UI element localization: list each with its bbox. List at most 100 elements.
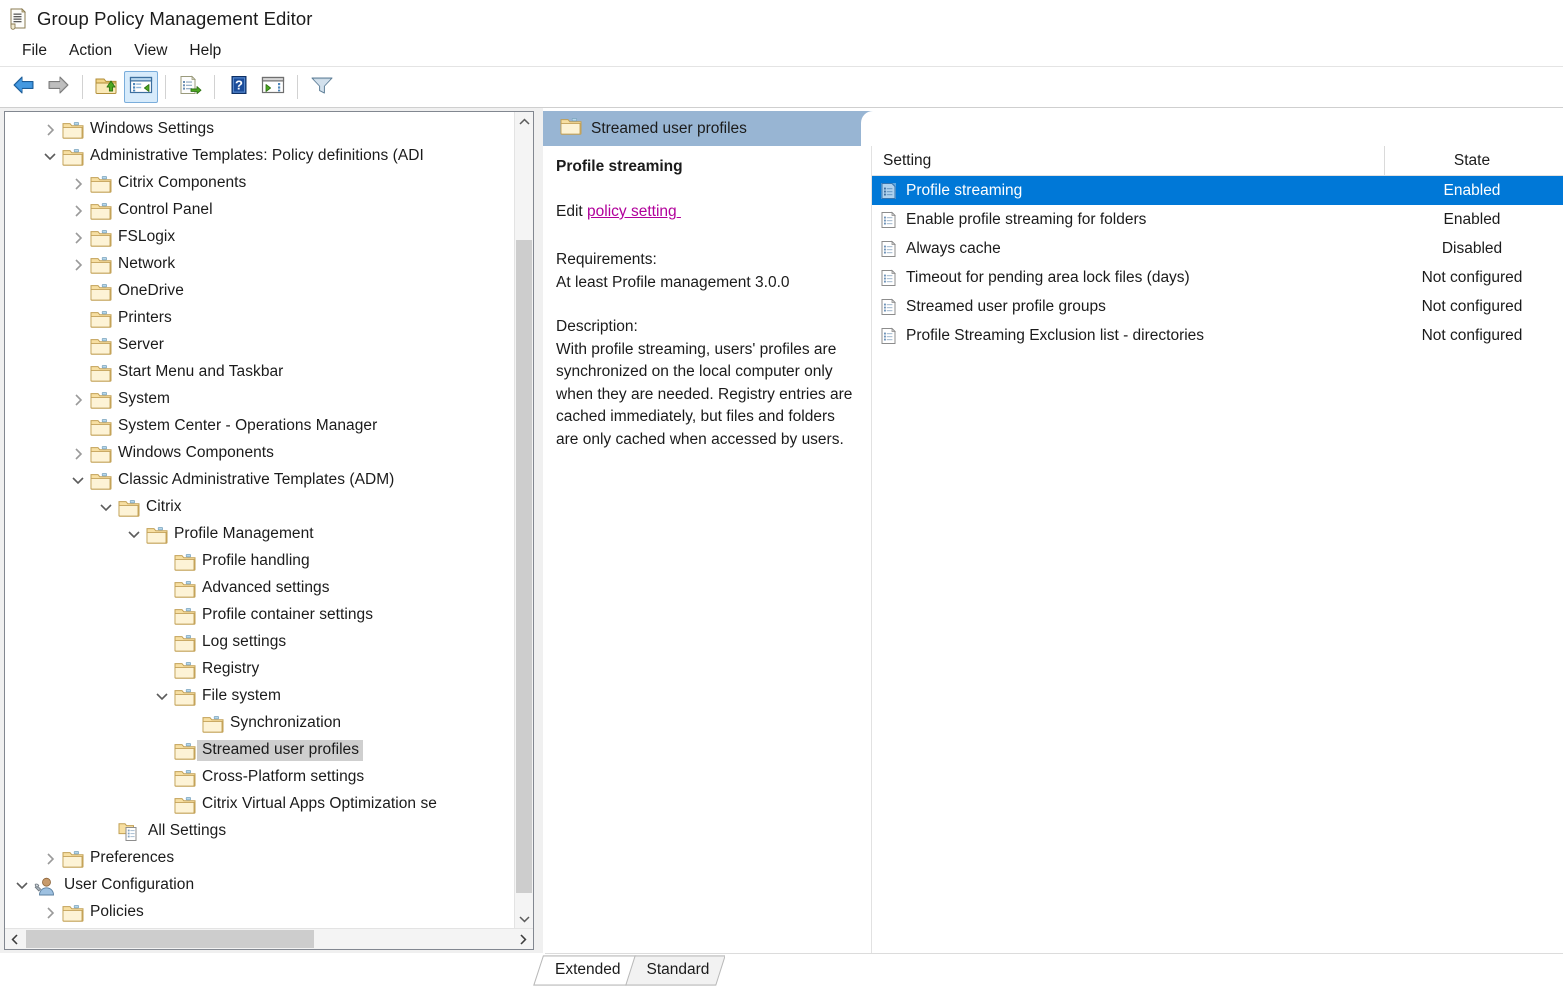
tree-node-label: Preferences (85, 848, 178, 869)
twisty-collapsed[interactable] (69, 175, 87, 193)
twisty-expanded[interactable] (97, 499, 115, 517)
tree-node[interactable]: Preferences (5, 926, 514, 928)
tree-node[interactable]: Registry (5, 656, 514, 683)
details-pane: Streamed user profiles Profile streaming… (543, 108, 1563, 953)
twisty-expanded[interactable] (41, 148, 59, 166)
folder-icon (174, 634, 196, 652)
twisty-expanded[interactable] (125, 526, 143, 544)
tree-node[interactable]: User Configuration (5, 872, 514, 899)
tab-standard[interactable]: Standard (625, 953, 726, 986)
column-header-setting[interactable]: Setting (872, 146, 1385, 175)
tree-hscroll-thumb[interactable] (26, 930, 314, 948)
tree-node[interactable]: Profile Management (5, 521, 514, 548)
show-action-pane-button[interactable] (256, 71, 290, 103)
twisty-collapsed[interactable] (69, 256, 87, 274)
tree-horizontal-scrollbar[interactable] (5, 928, 533, 949)
tree-node[interactable]: Windows Components (5, 440, 514, 467)
scroll-down-button[interactable] (515, 909, 533, 928)
twisty-collapsed[interactable] (41, 904, 59, 922)
menu-view[interactable]: View (123, 39, 178, 64)
twisty-expanded[interactable] (69, 472, 87, 490)
tree-node[interactable]: Citrix (5, 494, 514, 521)
tree-node[interactable]: OneDrive (5, 278, 514, 305)
tree-node[interactable]: Control Panel (5, 197, 514, 224)
chevron-left-icon (11, 934, 19, 945)
chevron-down-icon (44, 152, 56, 161)
tree-node[interactable]: Windows Settings (5, 116, 514, 143)
show-hide-tree-button[interactable] (124, 71, 158, 103)
footer-left-filler (0, 953, 540, 993)
tree-node-label: File system (197, 686, 285, 707)
tab-extended[interactable]: Extended (533, 953, 637, 986)
tree-node[interactable]: Preferences (5, 845, 514, 872)
twisty-collapsed[interactable] (69, 229, 87, 247)
settings-list[interactable]: Profile streamingEnabledEnable profile s… (872, 176, 1563, 953)
edit-policy-setting-link[interactable]: policy setting (587, 203, 677, 220)
tree-hscroll-track[interactable] (25, 929, 513, 949)
filter-button[interactable] (305, 71, 339, 103)
table-row[interactable]: Streamed user profile groupsNot configur… (872, 292, 1563, 321)
tree-node-label: Server (113, 335, 168, 356)
folder-icon (90, 391, 112, 409)
twisty-expanded[interactable] (13, 877, 31, 895)
twisty-expanded[interactable] (153, 688, 171, 706)
tree-vscroll-thumb[interactable] (516, 240, 532, 894)
table-row[interactable]: Enable profile streaming for foldersEnab… (872, 205, 1563, 234)
tree-node[interactable]: Classic Administrative Templates (ADM) (5, 467, 514, 494)
folder-icon (90, 229, 112, 247)
table-row[interactable]: Timeout for pending area lock files (day… (872, 263, 1563, 292)
tree-vertical-scrollbar[interactable] (514, 112, 533, 928)
export-list-button[interactable] (173, 71, 207, 103)
forward-button[interactable] (41, 71, 75, 103)
tree-node[interactable]: All Settings (5, 818, 514, 845)
twisty-collapsed[interactable] (41, 850, 59, 868)
tree-node-label: Citrix Components (113, 173, 250, 194)
twisty-none (153, 742, 171, 760)
tree-node[interactable]: Citrix Components (5, 170, 514, 197)
tree-node[interactable]: Policies (5, 899, 514, 926)
tree-node[interactable]: File system (5, 683, 514, 710)
tree-node[interactable]: Cross-Platform settings (5, 764, 514, 791)
twisty-collapsed[interactable] (69, 445, 87, 463)
table-row[interactable]: Always cacheDisabled (872, 234, 1563, 263)
console-tree[interactable]: Windows SettingsAdministrative Templates… (5, 112, 514, 928)
setting-cell: Always cache (872, 240, 1385, 258)
tree-node[interactable]: Streamed user profiles (5, 737, 514, 764)
twisty-collapsed[interactable] (41, 121, 59, 139)
tree-node[interactable]: Citrix Virtual Apps Optimization se (5, 791, 514, 818)
table-row[interactable]: Profile Streaming Exclusion list - direc… (872, 321, 1563, 350)
tree-node[interactable]: Profile handling (5, 548, 514, 575)
menu-action[interactable]: Action (58, 39, 123, 64)
tree-node[interactable]: Server (5, 332, 514, 359)
tree-node[interactable]: Advanced settings (5, 575, 514, 602)
table-row[interactable]: Profile streamingEnabled (872, 176, 1563, 205)
twisty-collapsed[interactable] (69, 391, 87, 409)
tree-node[interactable]: Start Menu and Taskbar (5, 359, 514, 386)
tree-node[interactable]: Log settings (5, 629, 514, 656)
menu-help[interactable]: Help (178, 39, 232, 64)
tree-node[interactable]: Printers (5, 305, 514, 332)
tree-node[interactable]: System Center - Operations Manager (5, 413, 514, 440)
tree-node[interactable]: Network (5, 251, 514, 278)
scroll-up-button[interactable] (515, 112, 533, 131)
tree-node[interactable]: System (5, 386, 514, 413)
tree-node[interactable]: FSLogix (5, 224, 514, 251)
scroll-left-button[interactable] (5, 929, 25, 949)
help-button[interactable]: ? (222, 71, 256, 103)
folder-icon (174, 742, 196, 760)
scroll-right-button[interactable] (513, 929, 533, 949)
twisty-collapsed[interactable] (69, 202, 87, 220)
tree-node-label: Log settings (197, 632, 290, 653)
menu-file[interactable]: File (11, 39, 58, 64)
chevron-down-icon (128, 530, 140, 539)
column-header-state[interactable]: State (1385, 146, 1563, 175)
tree-node[interactable]: Administrative Templates: Policy definit… (5, 143, 514, 170)
chevron-right-icon (74, 259, 83, 271)
tree-node[interactable]: Synchronization (5, 710, 514, 737)
chevron-down-icon (519, 915, 530, 923)
back-button[interactable] (7, 71, 41, 103)
up-one-level-button[interactable] (90, 71, 124, 103)
tree-vscroll-track[interactable] (515, 131, 533, 909)
chevron-down-icon (100, 503, 112, 512)
tree-node[interactable]: Profile container settings (5, 602, 514, 629)
